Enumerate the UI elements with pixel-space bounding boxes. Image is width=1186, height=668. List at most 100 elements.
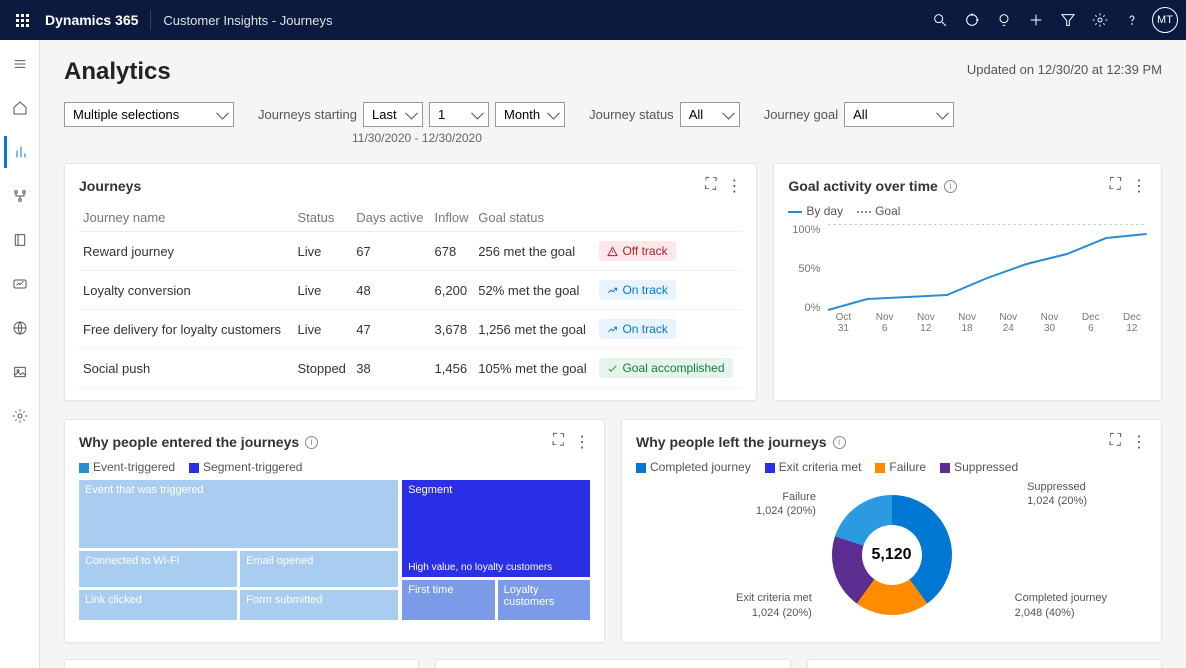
table-cell: Stopped xyxy=(293,349,352,388)
expand-icon[interactable]: ⛶ xyxy=(1110,176,1121,196)
expand-icon[interactable]: ⛶ xyxy=(705,176,716,196)
table-cell: 105% met the goal xyxy=(474,349,595,388)
message-icon[interactable] xyxy=(4,268,36,300)
search-icon[interactable] xyxy=(924,4,956,36)
more-icon[interactable]: ⋮ xyxy=(726,176,742,196)
x-tick: Dec6 xyxy=(1076,312,1106,334)
treemap-cell[interactable]: Event that was triggered xyxy=(79,480,398,548)
table-cell: Reward journey xyxy=(79,232,293,271)
library-icon[interactable] xyxy=(4,224,36,256)
journeys-icon[interactable] xyxy=(4,180,36,212)
filter-icon[interactable] xyxy=(1052,4,1084,36)
globe-icon[interactable] xyxy=(4,312,36,344)
topbar: Dynamics 365 Customer Insights - Journey… xyxy=(0,0,1186,40)
goal-label: Journey goal xyxy=(764,107,838,122)
donut-label-exit: Exit criteria met 1,024 (20%) xyxy=(736,591,812,620)
divider xyxy=(150,10,151,30)
table-cell: 6,200 xyxy=(431,271,475,310)
treemap-cell[interactable]: Segment High value, no loyalty customers xyxy=(402,480,590,577)
status-label: Journey status xyxy=(589,107,674,122)
target-icon[interactable] xyxy=(956,4,988,36)
home-icon[interactable] xyxy=(4,92,36,124)
status-dropdown[interactable]: All xyxy=(680,102,740,127)
entered-card: Why people entered the journeys i ⛶ ⋮ Ev… xyxy=(64,419,605,643)
more-icon[interactable]: ⋮ xyxy=(574,432,590,452)
status-badge: On track xyxy=(599,319,675,339)
table-cell: 256 met the goal xyxy=(474,232,595,271)
table-row[interactable]: Reward journeyLive67678256 met the goalO… xyxy=(79,232,742,271)
app-launcher-icon[interactable] xyxy=(8,6,37,35)
avatar[interactable]: MT xyxy=(1152,7,1178,33)
filters: Multiple selections Journeys starting La… xyxy=(64,102,1162,145)
table-cell: Live xyxy=(293,310,352,349)
legend-byday: By day xyxy=(806,204,843,218)
table-row[interactable]: Loyalty conversionLive486,20052% met the… xyxy=(79,271,742,310)
table-header: Goal status xyxy=(474,204,595,232)
info-icon[interactable]: i xyxy=(305,436,318,449)
table-cell: Social push xyxy=(79,349,293,388)
goal-activity-card: Goal activity over time i ⛶ ⋮ By day Goa… xyxy=(773,163,1162,401)
table-cell: 47 xyxy=(352,310,430,349)
table-header xyxy=(595,204,742,232)
treemap-cell[interactable]: Email opened xyxy=(240,551,398,587)
gear-icon[interactable] xyxy=(1084,4,1116,36)
starting-count-dropdown[interactable]: 1 xyxy=(429,102,489,127)
table-cell: On track xyxy=(595,310,742,349)
journeys-card: Journeys ⛶ ⋮ Journey nameStatusDays acti… xyxy=(64,163,757,401)
starting-period-dropdown[interactable]: Month xyxy=(495,102,565,127)
channel-card: Channel performance i ⛶⋮ xyxy=(807,659,1162,668)
x-tick: Dec12 xyxy=(1117,312,1147,334)
line-chart: 100%50%0% Oct31Nov6Nov12Nov18Nov24Nov30D… xyxy=(788,224,1147,334)
table-cell: 52% met the goal xyxy=(474,271,595,310)
table-cell: 38 xyxy=(352,349,430,388)
journeys-table: Journey nameStatusDays activeInflowGoal … xyxy=(79,204,742,388)
table-header: Journey name xyxy=(79,204,293,232)
main-content: Updated on 12/30/20 at 12:39 PM Analytic… xyxy=(40,40,1186,668)
treemap-legend: Event-triggered Segment-triggered xyxy=(79,460,590,474)
table-cell: 1,456 xyxy=(431,349,475,388)
treemap-cell[interactable]: Loyalty customers xyxy=(498,580,590,620)
table-row[interactable]: Social pushStopped381,456105% met the go… xyxy=(79,349,742,388)
table-cell: Live xyxy=(293,232,352,271)
legend-event: Event-triggered xyxy=(93,460,175,474)
table-header: Inflow xyxy=(431,204,475,232)
more-icon[interactable]: ⋮ xyxy=(1131,432,1147,452)
expand-icon[interactable]: ⛶ xyxy=(1110,432,1121,452)
table-cell: Loyalty conversion xyxy=(79,271,293,310)
info-icon[interactable]: i xyxy=(833,436,846,449)
table-header: Days active xyxy=(352,204,430,232)
info-icon[interactable]: i xyxy=(944,180,957,193)
donut-legend: Completed journey Exit criteria met Fail… xyxy=(636,460,1147,474)
analytics-icon[interactable] xyxy=(4,136,36,168)
more-icon[interactable]: ⋮ xyxy=(1131,176,1147,196)
x-tick: Nov12 xyxy=(911,312,941,334)
date-range-label: 11/30/2020 - 12/30/2020 xyxy=(352,131,565,145)
treemap-cell[interactable]: First time xyxy=(402,580,494,620)
table-cell: On track xyxy=(595,271,742,310)
lightbulb-icon[interactable] xyxy=(988,4,1020,36)
legend-completed: Completed journey xyxy=(650,460,751,474)
settings-icon[interactable] xyxy=(4,400,36,432)
table-cell: 1,256 met the goal xyxy=(474,310,595,349)
help-icon[interactable] xyxy=(1116,4,1148,36)
treemap-cell-label: High value, no loyalty customers xyxy=(408,562,552,573)
treemap: Event that was triggered Connected to Wi… xyxy=(79,480,590,620)
performing-card: Performing well i ⛶⋮ xyxy=(64,659,419,668)
table-cell: Live xyxy=(293,271,352,310)
x-tick: Nov18 xyxy=(952,312,982,334)
expand-icon[interactable]: ⛶ xyxy=(553,432,564,452)
goal-dropdown[interactable]: All xyxy=(844,102,954,127)
treemap-cell[interactable]: Form submitted xyxy=(240,590,398,620)
treemap-cell[interactable]: Link clicked xyxy=(79,590,237,620)
add-icon[interactable] xyxy=(1020,4,1052,36)
chart-legend: By day Goal xyxy=(788,204,1147,218)
menu-icon[interactable] xyxy=(4,48,36,80)
card-title: Journeys xyxy=(79,178,141,194)
card-title: Why people entered the journeys xyxy=(79,434,299,450)
image-icon[interactable] xyxy=(4,356,36,388)
starting-mode-dropdown[interactable]: Last xyxy=(363,102,423,127)
table-row[interactable]: Free delivery for loyalty customersLive4… xyxy=(79,310,742,349)
selection-dropdown[interactable]: Multiple selections xyxy=(64,102,234,127)
legend-failure: Failure xyxy=(889,460,926,474)
treemap-cell[interactable]: Connected to Wi-Fi xyxy=(79,551,237,587)
